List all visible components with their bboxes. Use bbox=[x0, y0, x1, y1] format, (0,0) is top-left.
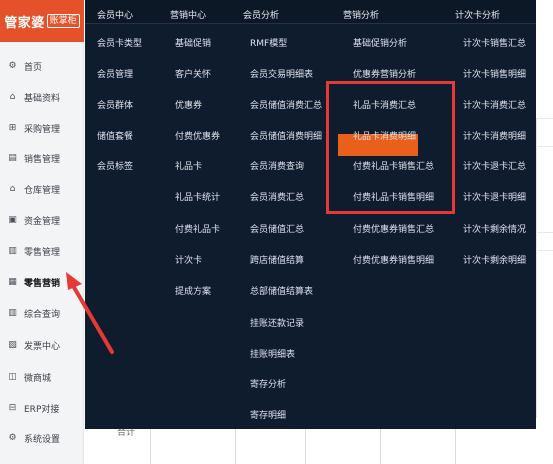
settings-icon: ⚙ bbox=[8, 433, 17, 443]
mega-menu-column-head[interactable]: 营销分析 bbox=[343, 8, 379, 21]
mega-menu-item[interactable]: 基础促销 bbox=[175, 36, 211, 49]
mega-menu-item[interactable]: 会员标签 bbox=[97, 159, 133, 172]
chart-icon: ▥ bbox=[8, 246, 17, 256]
background-divider bbox=[536, 146, 553, 147]
sidebar-item-label: 零售营销 bbox=[24, 278, 61, 289]
mega-menu-item[interactable]: 计次卡消费汇总 bbox=[463, 98, 526, 111]
invoice-icon: ▧ bbox=[8, 340, 17, 350]
mega-menu-item[interactable]: 会员管理 bbox=[97, 67, 133, 80]
logo-sub-text: 账掌柜 bbox=[46, 14, 80, 28]
mega-menu-item[interactable]: 寄存分析 bbox=[250, 377, 286, 390]
link-icon: ⊟ bbox=[8, 403, 17, 413]
sidebar-item[interactable]: ◫ 微商城 bbox=[0, 366, 84, 388]
sidebar-item-label: 综合查询 bbox=[24, 309, 61, 320]
mega-menu-item[interactable]: 会员消费查询 bbox=[250, 159, 304, 172]
mega-menu-column-head[interactable]: 会员中心 bbox=[97, 8, 133, 21]
store-icon: ◫ bbox=[8, 372, 17, 382]
mega-menu-item[interactable]: 会员群体 bbox=[97, 98, 133, 111]
mega-menu-item[interactable]: 计次卡消费明细 bbox=[463, 129, 526, 142]
annotation-red-frame bbox=[326, 81, 455, 214]
mega-menu-item[interactable]: 提成方案 bbox=[175, 284, 211, 297]
mega-menu-item[interactable]: 礼品卡 bbox=[175, 159, 202, 172]
sidebar-item[interactable]: ▥ 零售管理 bbox=[0, 240, 84, 262]
sidebar-item-label: 发票中心 bbox=[24, 341, 61, 352]
shop-icon: ▦ bbox=[8, 277, 17, 287]
mega-menu-column-head[interactable]: 计次卡分析 bbox=[455, 8, 500, 21]
sidebar-item[interactable]: ⚙ 系统设置 bbox=[0, 427, 84, 449]
mega-menu-item[interactable]: 寄存明细 bbox=[250, 408, 286, 421]
background-divider bbox=[536, 232, 553, 233]
sidebar-item-label: 微商城 bbox=[24, 373, 52, 384]
mega-menu-column-head[interactable]: 营销中心 bbox=[170, 8, 206, 21]
gear-icon: ⚙ bbox=[8, 61, 17, 71]
mega-menu-item[interactable]: 客户关怀 bbox=[175, 67, 211, 80]
money-icon: ▣ bbox=[8, 215, 17, 225]
sidebar-item-label: 基础资料 bbox=[24, 93, 61, 104]
mega-menu-item[interactable]: 会员储值汇总 bbox=[250, 222, 304, 235]
sidebar-item[interactable]: ⚙ 首页 bbox=[0, 55, 84, 77]
sidebar-item-label: 采购管理 bbox=[24, 124, 61, 135]
mega-menu-item[interactable]: 计次卡销售明细 bbox=[463, 67, 526, 80]
mega-menu-panel bbox=[85, 0, 536, 429]
sidebar-item[interactable]: ⊟ ERP对接 bbox=[0, 397, 84, 419]
sidebar-item[interactable]: ⌂ 基础资料 bbox=[0, 86, 84, 108]
mega-menu-item[interactable]: 储值套餐 bbox=[97, 129, 133, 142]
sidebar-item[interactable]: ▣ 资金管理 bbox=[0, 209, 84, 231]
mega-menu-item[interactable]: 会员消费汇总 bbox=[250, 190, 304, 203]
mega-menu-item[interactable]: 计次卡剩余情况 bbox=[463, 222, 526, 235]
mega-menu-item[interactable]: 会员交易明细表 bbox=[250, 67, 313, 80]
mega-menu-item[interactable]: 计次卡退卡汇总 bbox=[463, 159, 526, 172]
mega-menu-item[interactable]: 付费优惠券销售汇总 bbox=[353, 222, 434, 235]
app-logo[interactable]: 管家婆 账掌柜 bbox=[0, 0, 84, 42]
mega-menu-item[interactable]: 付费优惠券 bbox=[175, 129, 220, 142]
mega-menu-item[interactable]: 计次卡剩余明细 bbox=[463, 253, 526, 266]
mega-menu-item[interactable]: 礼品卡统计 bbox=[175, 190, 220, 203]
mega-menu-item[interactable]: 会员卡类型 bbox=[97, 36, 142, 49]
mega-menu-item[interactable]: RMF模型 bbox=[250, 36, 287, 49]
sidebar-item-label: 资金管理 bbox=[24, 216, 61, 227]
calendar-icon: ▤ bbox=[8, 153, 17, 163]
home-icon: ⌂ bbox=[9, 92, 16, 102]
background-divider bbox=[536, 118, 553, 119]
sidebar-item-label: ERP对接 bbox=[24, 404, 60, 415]
mega-menu-item[interactable]: 总部储值结算表 bbox=[250, 284, 313, 297]
background-panel-edge bbox=[536, 118, 553, 418]
sidebar-item[interactable]: ▤ 销售管理 bbox=[0, 147, 84, 169]
mega-menu-item[interactable]: 计次卡销售汇总 bbox=[463, 36, 526, 49]
sidebar-item-label: 仓库管理 bbox=[24, 185, 61, 196]
mega-menu-item[interactable]: 付费礼品卡 bbox=[175, 222, 220, 235]
annotation-arrow-icon bbox=[66, 272, 114, 354]
mega-menu-item[interactable]: 优惠券营销分析 bbox=[353, 67, 416, 80]
warehouse-icon: ⌂ bbox=[9, 184, 16, 194]
mega-menu-item[interactable]: 挂账明细表 bbox=[250, 347, 295, 360]
mega-menu-item[interactable]: 计次卡退卡明细 bbox=[463, 190, 526, 203]
mega-menu-column-head[interactable]: 会员分析 bbox=[243, 8, 279, 21]
mega-menu-item[interactable]: 跨店储值结算 bbox=[250, 253, 304, 266]
sidebar-item-label: 零售管理 bbox=[24, 247, 61, 258]
sidebar-item-label: 系统设置 bbox=[24, 434, 61, 445]
mega-menu-item[interactable]: 会员储值消费明细 bbox=[250, 129, 322, 142]
mega-menu-item[interactable]: 付费优惠券销售明细 bbox=[353, 253, 434, 266]
mega-menu-item[interactable]: 挂账还款记录 bbox=[250, 316, 304, 329]
sidebar-item-label: 首页 bbox=[24, 62, 43, 73]
mega-menu-item[interactable]: 计次卡 bbox=[175, 253, 202, 266]
background-divider bbox=[536, 250, 553, 251]
sidebar-item[interactable]: ⌂ 仓库管理 bbox=[0, 178, 84, 200]
mega-menu-item[interactable]: 基础促销分析 bbox=[353, 36, 407, 49]
bar-chart-icon: ▥ bbox=[8, 308, 17, 318]
sidebar-item-label: 销售管理 bbox=[24, 154, 61, 165]
sidebar-item[interactable]: ⊞ 采购管理 bbox=[0, 117, 84, 139]
logo-main-text: 管家婆 bbox=[4, 15, 45, 31]
mega-menu-item[interactable]: 会员储值消费汇总 bbox=[250, 98, 322, 111]
mega-menu-item[interactable]: 优惠券 bbox=[175, 98, 202, 111]
cart-icon: ⊞ bbox=[8, 123, 17, 133]
